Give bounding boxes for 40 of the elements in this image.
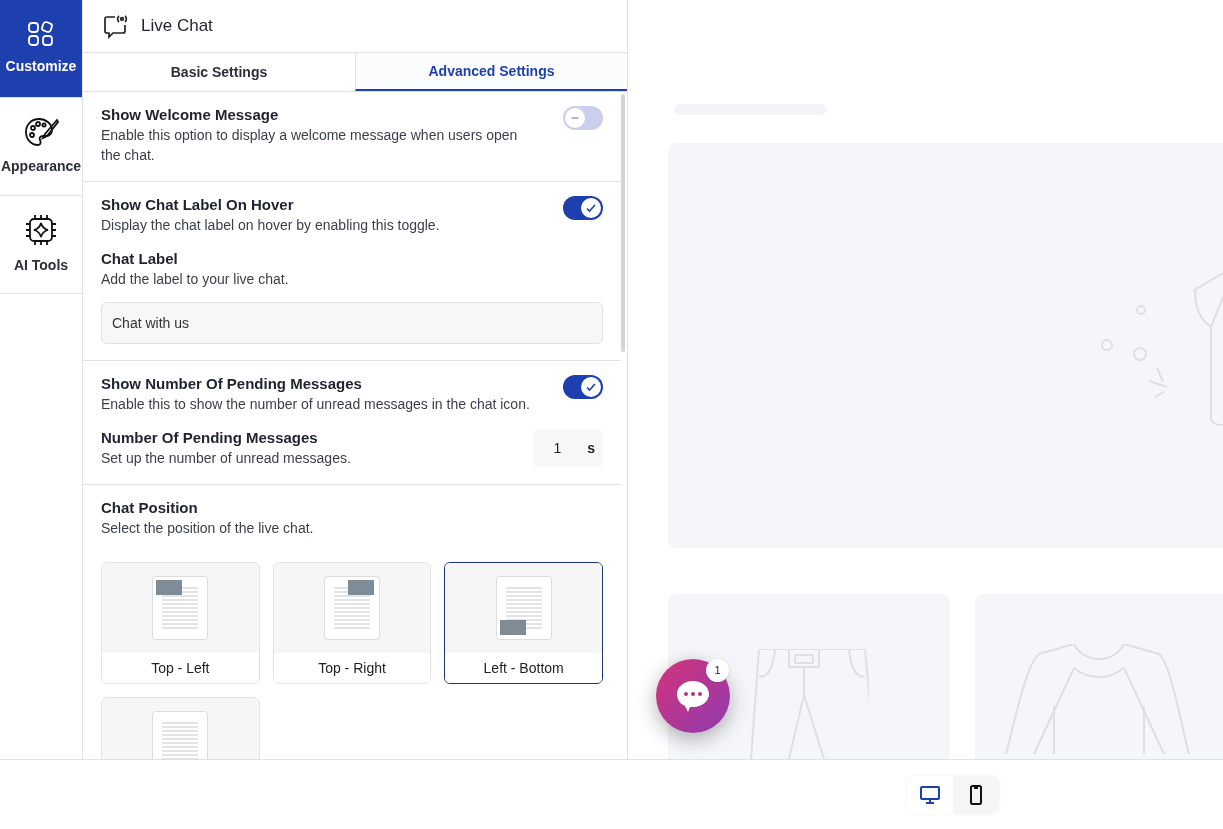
mobile-icon [969,784,983,805]
setting-title: Show Chat Label On Hover [101,195,295,215]
device-toggle-button[interactable] [907,775,953,814]
toggle-switch[interactable] [563,106,603,130]
setting-description: Add the label to your live chat. [101,270,290,289]
position-option[interactable]: Left - Bottom [444,562,603,684]
settings-tab[interactable]: Basic Settings [83,53,355,91]
toggle-switch[interactable] [563,196,603,220]
device-toggle-button[interactable] [953,775,999,814]
page-layout-icon [495,576,552,640]
setting-title: Show Number Of Pending Messages [101,374,363,394]
palette-icon [23,116,59,148]
panel-title: Live Chat [141,15,213,38]
blocks-icon [27,20,55,48]
setting-description: Select the position of the live chat. [101,519,315,538]
chat-broadcast-icon [103,13,129,39]
setting-title: Show Welcome Message [101,105,280,125]
chip-sparkle-icon [24,213,58,247]
setting-description: Set up the number of unread messages. [101,449,351,468]
number-unit: s [587,438,595,458]
setting-title: Number Of Pending Messages [101,428,319,448]
sidebar-item[interactable]: Customize [0,0,82,98]
toggle-switch[interactable] [563,375,603,399]
setting-description: Display the chat label on hover by enabling this toggle. [101,216,441,235]
setting-title: Chat Position [101,498,199,518]
check-icon [585,202,597,214]
setting-description: Enable this to show the number of unread messages in the chat icon. [101,395,531,414]
setting-description: Enable this option to display a welcome message when users open the chat. [101,126,519,165]
setting-title: Chat Label [101,249,179,269]
settings-tab[interactable]: Advanced Settings [355,53,627,91]
position-option[interactable]: Top - Right [272,562,432,684]
scrollbar-thumb[interactable] [621,94,625,352]
number-field[interactable]: 1 s [533,429,603,467]
check-icon [585,381,597,393]
page-layout-icon [324,576,380,640]
number-value: 1 [553,438,562,458]
desktop-icon [920,785,940,804]
page-layout-icon [152,576,209,640]
position-option[interactable]: Top - Left [101,562,260,684]
chat-label-field[interactable]: Chat with us [101,302,603,344]
